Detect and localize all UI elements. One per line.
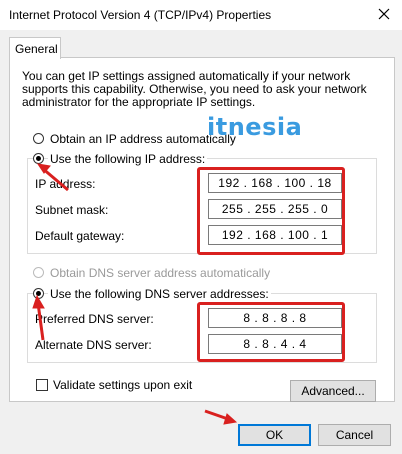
tab-general-label: General [15, 42, 58, 56]
annotation-arrows [32, 163, 238, 425]
tab-general[interactable]: General [9, 37, 61, 59]
arrow-icon-ok [204, 409, 238, 425]
arrow-icon-ip [36, 163, 69, 192]
arrow-icon-dns [32, 294, 45, 341]
